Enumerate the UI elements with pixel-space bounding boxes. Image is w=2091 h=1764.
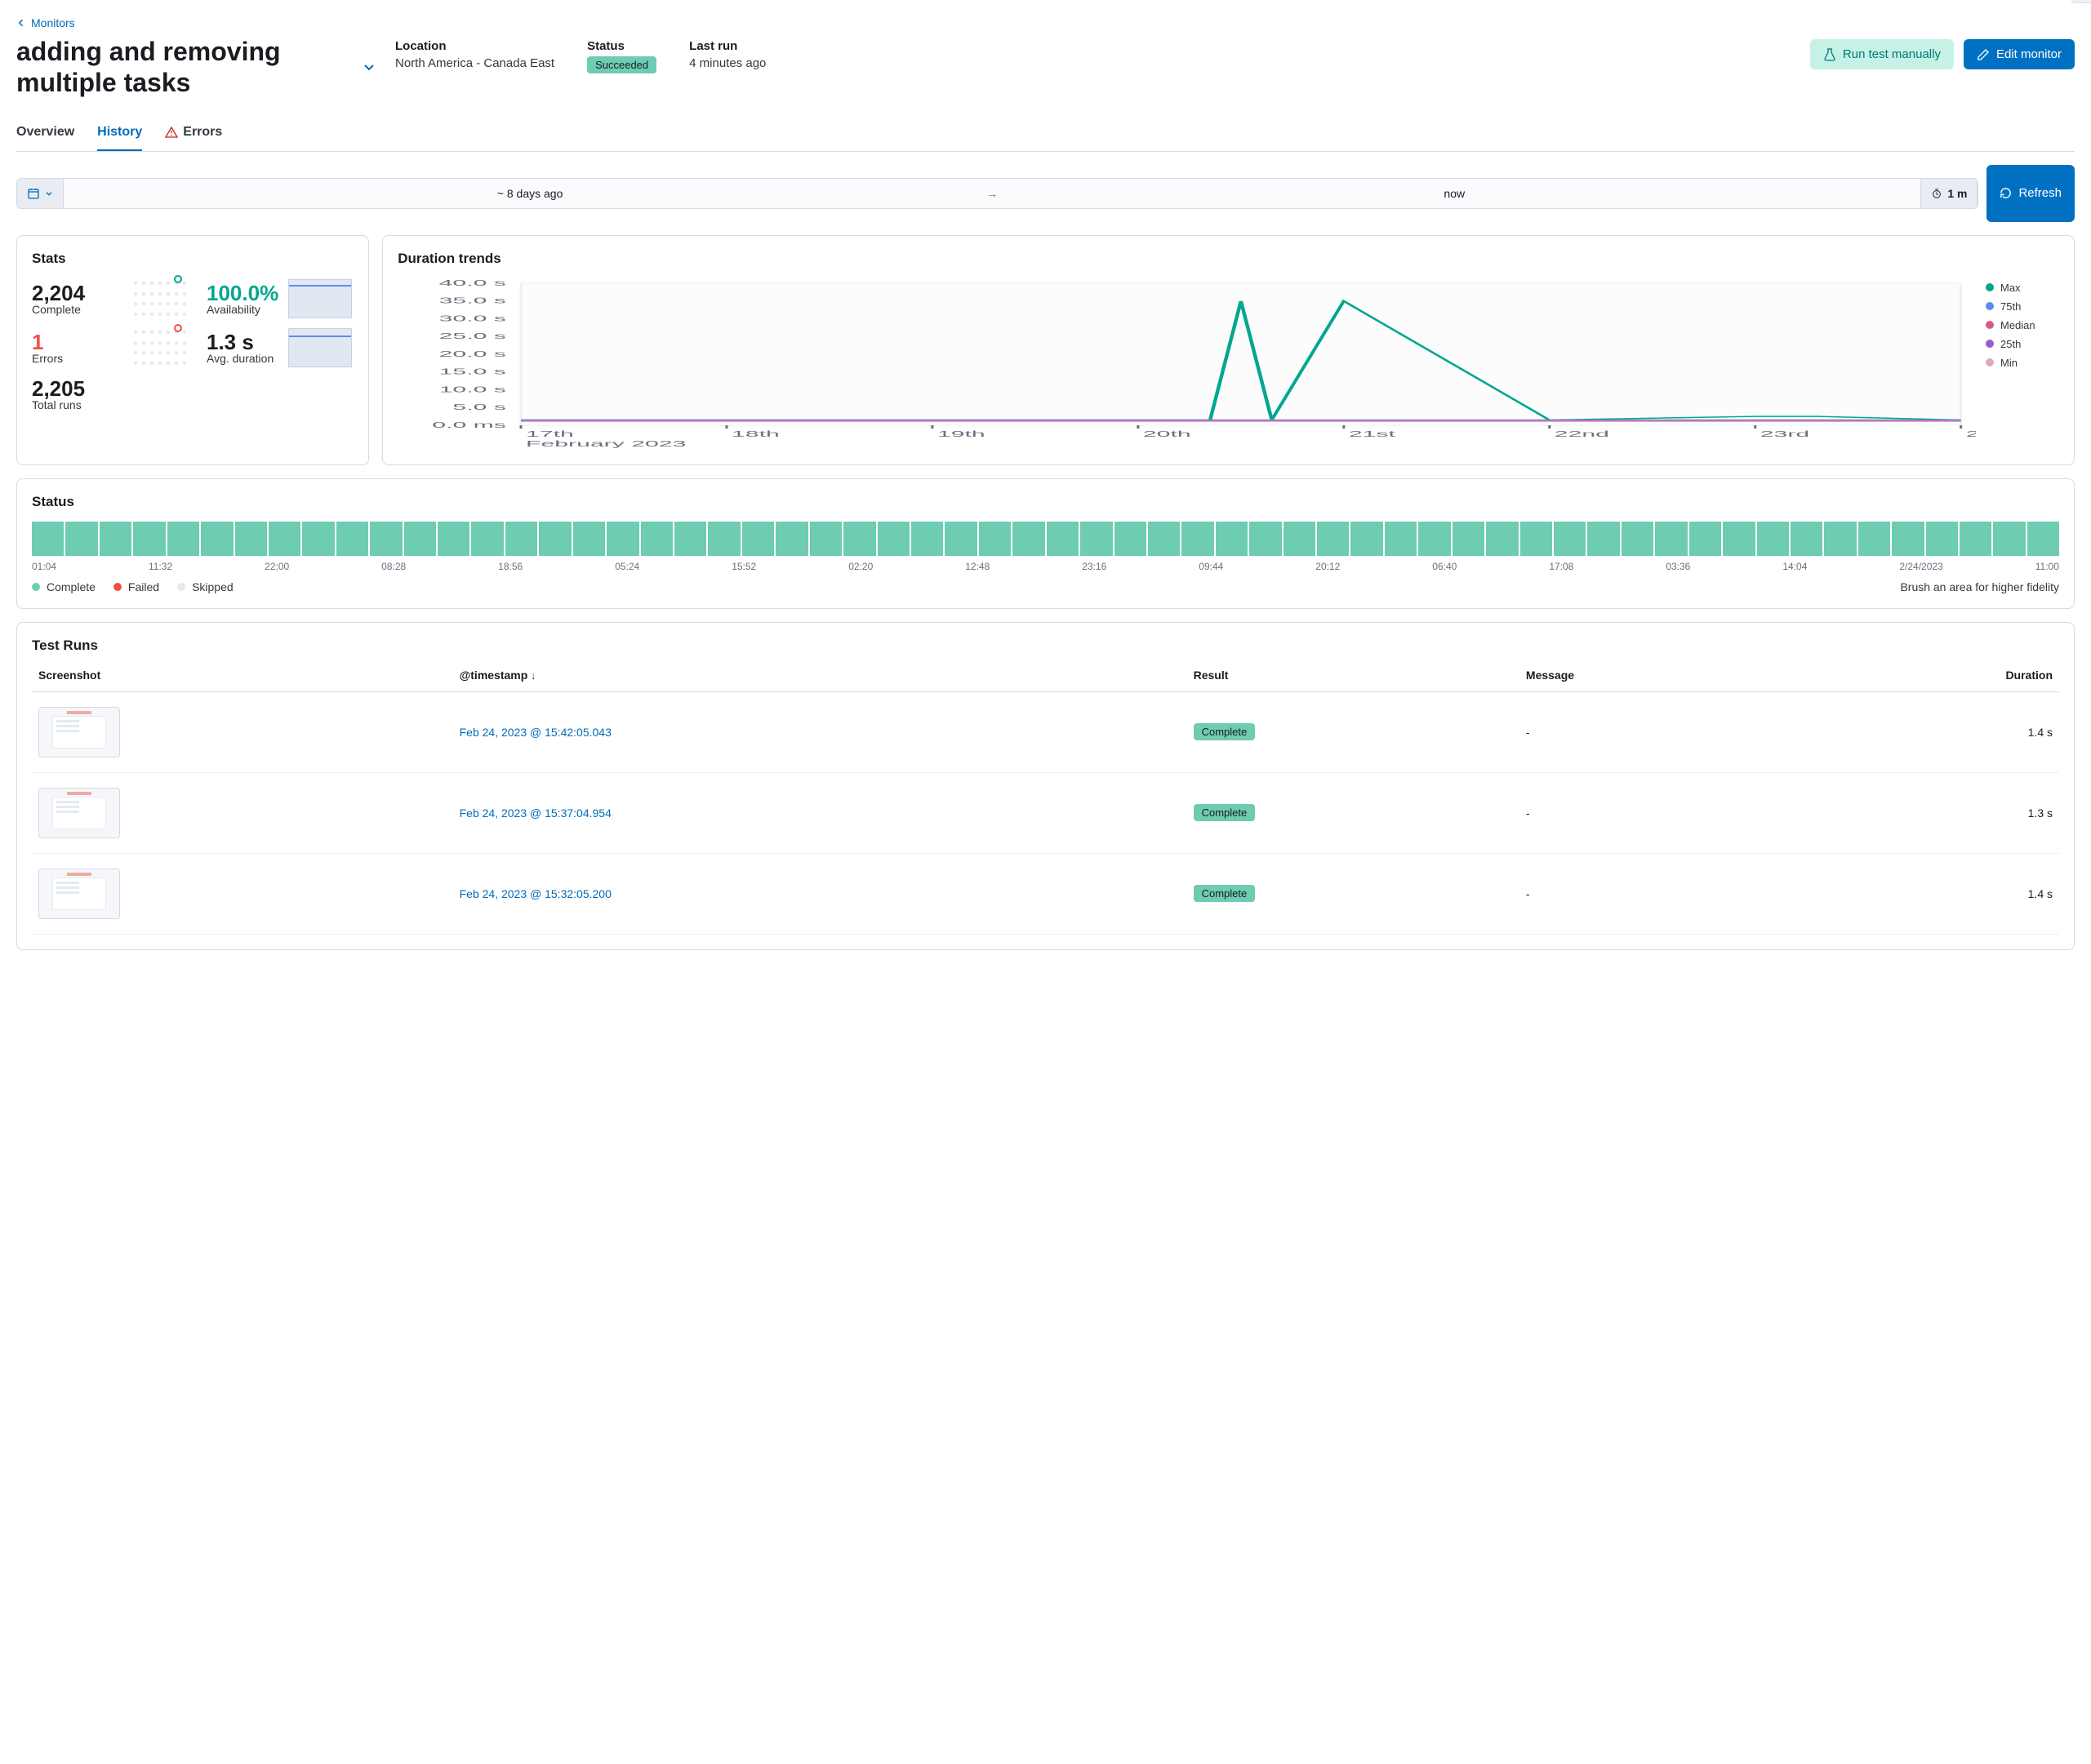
refresh-button[interactable]: Refresh: [1986, 165, 2075, 222]
breadcrumb-monitors[interactable]: Monitors: [16, 16, 2075, 29]
result-badge: Complete: [1194, 885, 1256, 902]
svg-text:5.0 s: 5.0 s: [453, 402, 506, 411]
svg-text:20.0 s: 20.0 s: [439, 349, 506, 358]
chevron-down-icon: [45, 189, 53, 198]
chart-options-button[interactable]: ▫▫▫: [2071, 0, 2091, 3]
stat-complete: 2,204 Complete: [32, 281, 122, 316]
duration-trends-panel: Duration trends 0.0 ms5.0 s10.0 s15.0 s2…: [382, 235, 2075, 465]
sparkline-complete: [131, 278, 189, 319]
run-test-button[interactable]: Run test manually: [1810, 39, 1954, 69]
time-range[interactable]: ~ 8 days ago → now: [64, 179, 1920, 208]
page-title: adding and removing multiple tasks: [16, 36, 349, 99]
svg-text:40.0 s: 40.0 s: [439, 278, 506, 287]
message-cell: -: [1519, 691, 1792, 772]
legend-75th[interactable]: 75th: [1986, 300, 2059, 313]
svg-text:17th: 17th: [526, 429, 574, 438]
breadcrumb-label: Monitors: [31, 16, 75, 29]
table-row[interactable]: Feb 24, 2023 @ 15:42:05.043 Complete - 1…: [32, 691, 2059, 772]
svg-text:30.0 s: 30.0 s: [439, 313, 506, 322]
test-runs-table: Screenshot @timestamp↓ Result Message Du…: [32, 659, 2059, 935]
col-result[interactable]: Result: [1187, 659, 1519, 692]
chevron-down-icon: [363, 60, 376, 73]
tabs: Overview History Errors: [16, 115, 2075, 152]
tab-overview[interactable]: Overview: [16, 115, 74, 151]
duration-cell: 1.4 s: [1792, 691, 2059, 772]
sparkline-errors: [131, 327, 189, 368]
result-badge: Complete: [1194, 723, 1256, 740]
status-panel: Status 01:0411:3222:0008:2818:5605:2415:…: [16, 478, 2075, 609]
stat-avgduration: 1.3 s Avg. duration: [207, 330, 278, 365]
tab-history[interactable]: History: [97, 115, 142, 151]
col-screenshot[interactable]: Screenshot: [32, 659, 453, 692]
arrow-right-icon: →: [986, 187, 998, 200]
edit-monitor-button[interactable]: Edit monitor: [1964, 39, 2075, 69]
refresh-icon: [2000, 187, 2012, 199]
flask-icon: [1823, 48, 1836, 61]
sparkline-availability: [288, 279, 352, 318]
legend-complete: Complete: [32, 580, 96, 593]
message-cell: -: [1519, 772, 1792, 853]
message-cell: -: [1519, 853, 1792, 934]
pencil-icon: [1977, 48, 1990, 61]
legend-median[interactable]: Median: [1986, 319, 2059, 331]
svg-text:15.0 s: 15.0 s: [439, 367, 506, 376]
warning-icon: [165, 126, 178, 139]
meta-location: Location North America - Canada East: [395, 39, 554, 70]
sort-desc-icon: ↓: [531, 670, 536, 682]
status-badge: Succeeded: [587, 56, 656, 73]
table-row[interactable]: Feb 24, 2023 @ 15:32:05.200 Complete - 1…: [32, 853, 2059, 934]
tab-errors[interactable]: Errors: [165, 115, 222, 151]
svg-text:10.0 s: 10.0 s: [439, 384, 506, 393]
stat-errors: 1 Errors: [32, 330, 122, 365]
chevron-left-icon: [16, 18, 26, 28]
screenshot-thumb[interactable]: [38, 869, 120, 919]
svg-text:24th: 24th: [1966, 429, 1976, 438]
timestamp-link[interactable]: Feb 24, 2023 @ 15:42:05.043: [460, 726, 612, 739]
status-ticks: 01:0411:3222:0008:2818:5605:2415:5202:20…: [32, 561, 2059, 572]
svg-text:18th: 18th: [732, 429, 780, 438]
duration-trends-chart[interactable]: 0.0 ms 5.0 s 10.0 s 15.0 s 20.0 s 25.0 s 30.0 …: [398, 278, 1976, 450]
screenshot-thumb[interactable]: [38, 707, 120, 758]
chart-legend: ▫▫▫ Max 75th Median 25th Min: [1986, 278, 2059, 450]
sparkline-avgduration: [288, 328, 352, 367]
meta-status: Status Succeeded: [587, 39, 656, 73]
svg-text:19th: 19th: [937, 429, 985, 438]
legend-skipped: Skipped: [177, 580, 234, 593]
svg-text:February 2023: February 2023: [526, 439, 686, 448]
timestamp-link[interactable]: Feb 24, 2023 @ 15:37:04.954: [460, 806, 612, 820]
auto-refresh-interval[interactable]: 1 m: [1920, 179, 1978, 208]
col-message[interactable]: Message: [1519, 659, 1792, 692]
svg-text:0.0 ms: 0.0 ms: [432, 420, 506, 429]
meta-lastrun: Last run 4 minutes ago: [689, 39, 766, 70]
test-runs-panel: Test Runs Screenshot @timestamp↓ Result …: [16, 622, 2075, 950]
stat-totalruns: 2,205 Total runs: [32, 376, 122, 411]
date-picker[interactable]: [17, 179, 64, 208]
svg-text:22nd: 22nd: [1555, 429, 1609, 438]
svg-text:23rd: 23rd: [1760, 429, 1809, 438]
svg-text:35.0 s: 35.0 s: [439, 296, 506, 305]
stats-panel: Stats 2,204 Complete 100.0% Availability…: [16, 235, 369, 465]
legend-25th[interactable]: 25th: [1986, 338, 2059, 350]
legend-min[interactable]: Min: [1986, 357, 2059, 369]
svg-text:20th: 20th: [1143, 429, 1191, 438]
status-strip[interactable]: [32, 522, 2059, 556]
svg-text:21st: 21st: [1349, 429, 1396, 438]
table-row[interactable]: Feb 24, 2023 @ 15:37:04.954 Complete - 1…: [32, 772, 2059, 853]
duration-cell: 1.3 s: [1792, 772, 2059, 853]
legend-max[interactable]: Max: [1986, 282, 2059, 294]
svg-text:25.0 s: 25.0 s: [439, 331, 506, 340]
timer-icon: [1931, 188, 1942, 199]
legend-failed: Failed: [113, 580, 159, 593]
timestamp-link[interactable]: Feb 24, 2023 @ 15:32:05.200: [460, 887, 612, 900]
stat-availability: 100.0% Availability: [207, 281, 278, 316]
col-timestamp[interactable]: @timestamp↓: [453, 659, 1187, 692]
result-badge: Complete: [1194, 804, 1256, 821]
col-duration[interactable]: Duration: [1792, 659, 2059, 692]
duration-cell: 1.4 s: [1792, 853, 2059, 934]
brush-hint: Brush an area for higher fidelity: [1900, 580, 2059, 593]
screenshot-thumb[interactable]: [38, 788, 120, 838]
title-dropdown[interactable]: [363, 60, 376, 73]
calendar-icon: [27, 187, 40, 200]
